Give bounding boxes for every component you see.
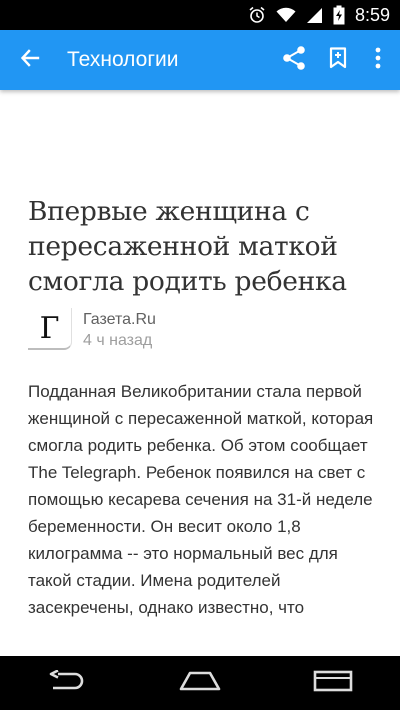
home-nav-icon [178,671,222,696]
bookmark-icon [329,46,347,74]
source-name: Газета.Ru [83,311,156,328]
nav-back-button[interactable] [27,656,107,710]
nav-recents-button[interactable] [293,656,373,710]
status-time: 8:59 [354,4,390,25]
source-info: Г Газета.Ru 4 ч назад [28,308,156,351]
back-arrow-icon [20,48,40,73]
signal-icon [306,7,323,24]
bookmark-button[interactable] [316,30,360,90]
section-title: Технологии [67,48,179,71]
nav-home-button[interactable] [160,656,240,710]
article-content[interactable]: Впервые женщина с пересаженной маткой см… [0,90,400,656]
app-bar: Технологии [0,30,400,90]
status-bar: 8:59 [0,0,400,30]
back-nav-icon [48,668,86,697]
article-headline: Впервые женщина с пересаженной маткой см… [28,196,347,297]
back-button[interactable] [0,30,60,90]
overflow-menu-icon [375,47,381,74]
overflow-menu-button[interactable] [360,30,396,90]
source-logo: Г [28,308,72,350]
alarm-icon [248,6,266,24]
source-meta: Газета.Ru 4 ч назад [83,310,156,351]
share-button[interactable] [272,30,316,90]
published-time: 4 ч назад [83,332,153,349]
battery-charging-icon [333,5,345,25]
navigation-bar [0,656,400,710]
recents-nav-icon [313,670,353,697]
share-icon [281,45,307,76]
article-body: Подданная Великобритании стала первой же… [28,382,374,617]
wifi-icon [276,7,296,23]
